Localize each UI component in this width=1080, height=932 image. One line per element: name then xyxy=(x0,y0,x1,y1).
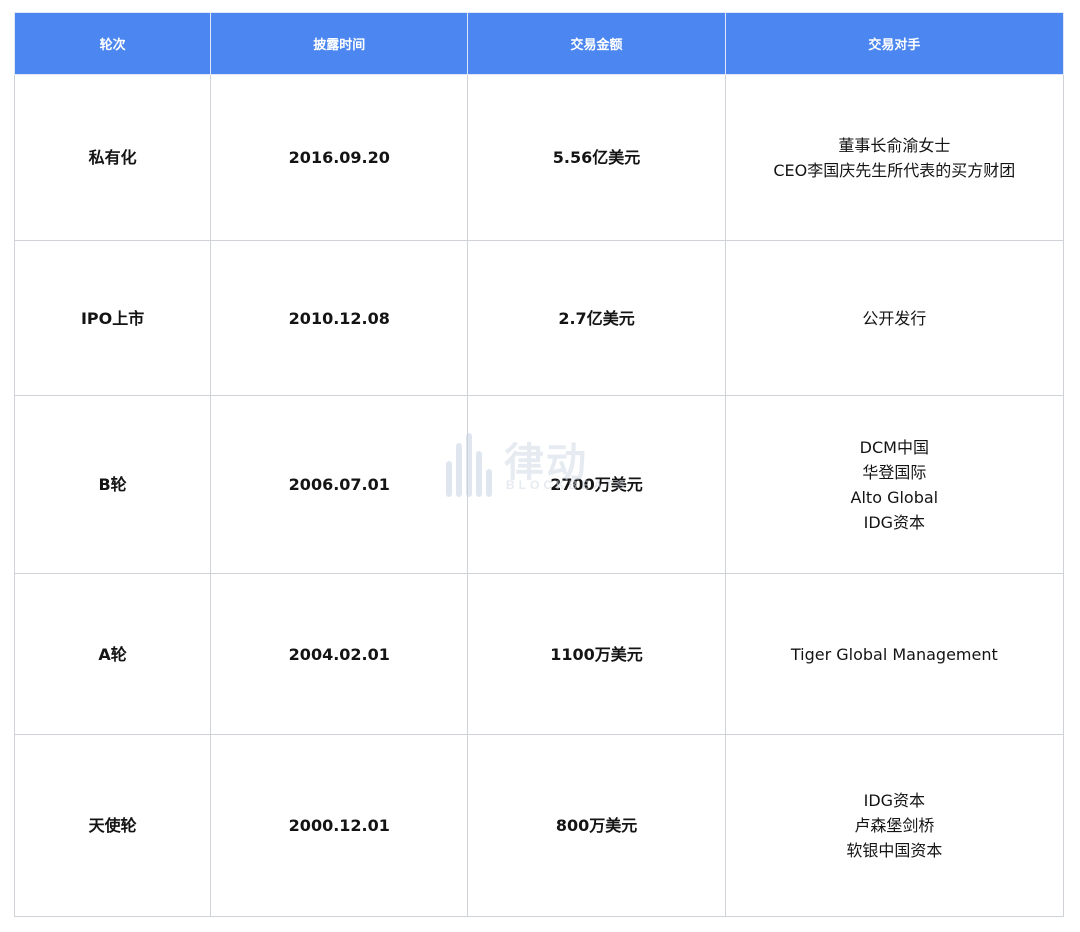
cell-counterparty: 董事长俞渝女士 CEO李国庆先生所代表的买方财团 xyxy=(724,74,1065,241)
cell-counterparty: DCM中国 华登国际 Alto Global IDG资本 xyxy=(724,395,1065,574)
header-counterparty: 交易对手 xyxy=(724,12,1065,75)
counterparty-line: 华登国际 xyxy=(862,462,927,482)
funding-rounds-table-container: 轮次 披露时间 交易金额 交易对手 私有化 2016.09.20 5.56亿美元… xyxy=(13,12,1065,917)
table-body: 私有化 2016.09.20 5.56亿美元 董事长俞渝女士 CEO李国庆先生所… xyxy=(13,74,1065,917)
cell-date: 2000.12.01 xyxy=(210,734,469,917)
cell-amount: 2.7亿美元 xyxy=(467,240,726,396)
cell-amount: 5.56亿美元 xyxy=(467,74,726,241)
counterparty-line: 卢森堡剑桥 xyxy=(854,816,935,835)
header-date: 披露时间 xyxy=(210,12,469,75)
table-row: 天使轮 2000.12.01 800万美元 IDG资本 卢森堡剑桥 软银中国资本 xyxy=(13,734,1065,917)
counterparty-line: CEO李国庆先生所代表的买方财团 xyxy=(773,160,1016,180)
counterparty-line: IDG资本 xyxy=(863,512,926,532)
counterparty-line: 软银中国资本 xyxy=(846,841,943,860)
cell-date: 2006.07.01 xyxy=(210,395,469,574)
counterparty-line: 公开发行 xyxy=(862,308,927,328)
counterparty-line: Tiger Global Management xyxy=(790,644,998,664)
table-row: A轮 2004.02.01 1100万美元 Tiger Global Manag… xyxy=(13,573,1065,735)
header-amount: 交易金额 xyxy=(467,12,726,75)
table-header: 轮次 披露时间 交易金额 交易对手 xyxy=(13,12,1065,75)
cell-amount: 800万美元 xyxy=(467,734,726,917)
counterparty-line: DCM中国 xyxy=(859,437,929,457)
cell-round: 私有化 xyxy=(13,74,212,241)
cell-date: 2004.02.01 xyxy=(210,573,469,735)
cell-round: IPO上市 xyxy=(13,240,212,396)
table-row: B轮 2006.07.01 2700万美元 DCM中国 华登国际 Alto Gl… xyxy=(13,395,1065,574)
counterparty-line: Alto Global xyxy=(850,487,939,507)
cell-round: A轮 xyxy=(13,573,212,735)
header-row: 轮次 披露时间 交易金额 交易对手 xyxy=(13,12,1065,75)
cell-amount: 2700万美元 xyxy=(467,395,726,574)
cell-amount: 1100万美元 xyxy=(467,573,726,735)
table-row: IPO上市 2010.12.08 2.7亿美元 公开发行 xyxy=(13,240,1065,396)
cell-counterparty: Tiger Global Management xyxy=(724,573,1065,735)
counterparty-line: IDG资本 xyxy=(863,791,926,810)
cell-round: 天使轮 xyxy=(13,734,212,917)
counterparty-line: 董事长俞渝女士 xyxy=(838,135,951,155)
table-row: 私有化 2016.09.20 5.56亿美元 董事长俞渝女士 CEO李国庆先生所… xyxy=(13,74,1065,241)
header-round: 轮次 xyxy=(13,12,212,75)
cell-counterparty: IDG资本 卢森堡剑桥 软银中国资本 xyxy=(724,734,1065,917)
funding-rounds-table: 轮次 披露时间 交易金额 交易对手 私有化 2016.09.20 5.56亿美元… xyxy=(13,12,1065,917)
cell-round: B轮 xyxy=(13,395,212,574)
cell-date: 2016.09.20 xyxy=(210,74,469,241)
cell-counterparty: 公开发行 xyxy=(724,240,1065,396)
cell-date: 2010.12.08 xyxy=(210,240,469,396)
